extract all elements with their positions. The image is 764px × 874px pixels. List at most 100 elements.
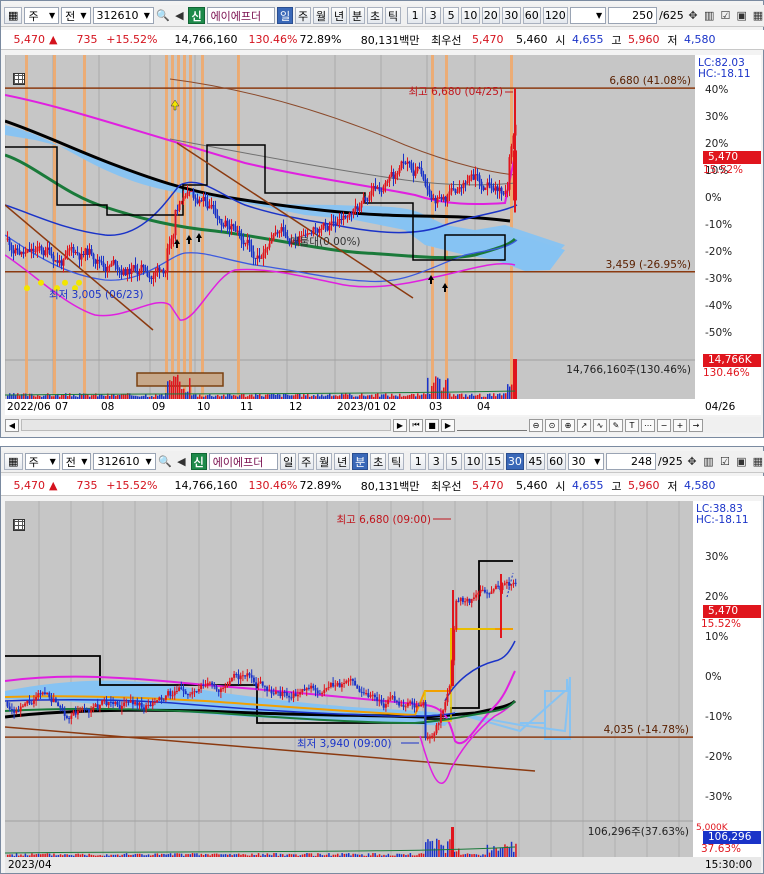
interval-60[interactable]: 60 <box>546 453 566 470</box>
save-icon[interactable]: ▣ <box>734 453 748 470</box>
scale-icon[interactable]: ▥ <box>702 7 716 24</box>
interval-1[interactable]: 1 <box>407 7 424 24</box>
plus-icon[interactable]: + <box>673 418 687 432</box>
zoom-icon[interactable]: ✥ <box>685 453 699 470</box>
period-day[interactable]: 일 <box>280 453 297 470</box>
settings-grid-icon[interactable]: ▦ <box>4 453 23 470</box>
period-second[interactable]: 초 <box>367 7 384 24</box>
period-tick[interactable]: 틱 <box>388 453 405 470</box>
interval-custom-select[interactable]: ▼ <box>569 7 607 24</box>
interval-30[interactable]: 30 <box>505 453 525 470</box>
interval-5[interactable]: 5 <box>443 7 460 24</box>
interval-10[interactable]: 10 <box>464 453 483 470</box>
stop-icon[interactable]: ■ <box>425 418 439 432</box>
period-minute[interactable]: 분 <box>352 453 369 470</box>
interval-60[interactable]: 60 <box>522 7 541 24</box>
zoom-fit-icon[interactable]: ⊙ <box>545 418 559 432</box>
top-price-info: 5,470 ▲ 735 +15.52% 14,766,160 130.46% 7… <box>1 30 764 50</box>
candle-body <box>238 230 241 236</box>
stock-name[interactable]: 에이에프더 <box>206 7 276 24</box>
period-week[interactable]: 주 <box>295 7 312 24</box>
settings-grid-icon[interactable]: ▦ <box>4 7 23 24</box>
chart-settings-icon[interactable] <box>13 73 25 85</box>
tool-erase-icon[interactable]: ✎ <box>609 418 623 432</box>
interval-120[interactable]: 120 <box>542 7 568 24</box>
prev-select[interactable]: 전 ▼ <box>61 7 91 24</box>
count-input[interactable]: 250 <box>608 7 658 24</box>
interval-10[interactable]: 10 <box>461 7 480 24</box>
interval-15[interactable]: 15 <box>484 453 504 470</box>
candle-body <box>182 689 185 692</box>
play-icon[interactable]: ▶ <box>441 418 455 432</box>
stock-name[interactable]: 에이에프더 <box>208 453 279 470</box>
candle-body <box>215 686 218 690</box>
period-year[interactable]: 년 <box>334 453 351 470</box>
zoom-out-icon[interactable]: ⊖ <box>529 418 543 432</box>
speaker-icon[interactable]: ◀ <box>174 453 188 470</box>
period-minute[interactable]: 분 <box>349 7 366 24</box>
tool-line-icon[interactable]: ↗ <box>577 418 591 432</box>
stock-code-input[interactable]: 312610 ▼ <box>93 453 156 470</box>
scale-icon[interactable]: ▥ <box>701 453 715 470</box>
daily-chart-plot[interactable]: 6,680 (41.08%) 3,459 (-26.95%) 최고 6,680 (0… <box>5 55 695 399</box>
interval-custom-select[interactable]: 30 ▼ <box>567 453 605 470</box>
zoom-icon[interactable]: ✥ <box>686 7 700 24</box>
chart-settings-icon[interactable] <box>13 519 25 531</box>
grid-icon[interactable]: ▦ <box>751 7 764 24</box>
period-day[interactable]: 일 <box>277 7 294 24</box>
candle-body <box>464 182 467 184</box>
interval-3[interactable]: 3 <box>428 453 445 470</box>
y-tick-label: 10% <box>705 631 729 643</box>
minus-icon[interactable]: − <box>657 418 671 432</box>
tool-wave-icon[interactable]: ∿ <box>593 418 607 432</box>
search-icon[interactable]: 🔍 <box>156 7 170 24</box>
scroll-right-icon[interactable]: ▶ <box>393 418 407 432</box>
candle-body <box>448 685 451 694</box>
period-year[interactable]: 년 <box>331 7 348 24</box>
candle-body <box>422 702 425 705</box>
candle-body <box>10 244 13 251</box>
save-icon[interactable]: ▣ <box>735 7 749 24</box>
high-label: 고 <box>611 33 622 47</box>
count-total: /625 <box>659 9 684 22</box>
turnover-rate: 72.89% <box>299 479 342 492</box>
speaker-icon[interactable]: ◀ <box>172 7 186 24</box>
minute-chart-plot[interactable]: 4,035 (-14.78%) 최고 6,680 (09:00) 최저 3,940 … <box>5 501 693 857</box>
interval-5[interactable]: 5 <box>446 453 463 470</box>
period-week[interactable]: 주 <box>298 453 315 470</box>
period-second[interactable]: 초 <box>370 453 387 470</box>
chevron-down-icon: ▼ <box>145 457 152 466</box>
check-icon[interactable]: ☑ <box>718 7 732 24</box>
candle-body <box>208 206 211 209</box>
zoom-in-icon[interactable]: ⊕ <box>561 418 575 432</box>
candle-body <box>389 697 392 700</box>
volume-bar-last <box>513 359 517 399</box>
market-select[interactable]: 주 ▼ <box>24 7 60 24</box>
interval-30[interactable]: 30 <box>502 7 521 24</box>
check-icon[interactable]: ☑ <box>718 453 732 470</box>
candle-body <box>288 695 291 698</box>
candle-body <box>17 711 20 713</box>
market-select[interactable]: 주 ▼ <box>24 453 60 470</box>
tool-text-icon[interactable]: T <box>625 418 639 432</box>
search-icon[interactable]: 🔍 <box>158 453 172 470</box>
grid-icon[interactable]: ▦ <box>751 453 764 470</box>
tool-more-icon[interactable]: ⋯ <box>641 418 655 432</box>
zoom-slider[interactable] <box>457 419 527 431</box>
period-month[interactable]: 월 <box>313 7 330 24</box>
prev-select[interactable]: 전 ▼ <box>61 453 92 470</box>
right-arrow-icon[interactable]: → <box>689 418 703 432</box>
interval-45[interactable]: 45 <box>526 453 545 470</box>
rewind-icon[interactable]: ⏮ <box>409 418 423 432</box>
volume-bar <box>486 844 489 857</box>
period-tick[interactable]: 틱 <box>385 7 402 24</box>
scrollbar[interactable] <box>21 419 391 431</box>
count-input[interactable]: 248 <box>606 453 656 470</box>
candle-body <box>13 709 16 713</box>
stock-code-input[interactable]: 312610 ▼ <box>92 7 154 24</box>
interval-3[interactable]: 3 <box>425 7 442 24</box>
interval-1[interactable]: 1 <box>410 453 427 470</box>
interval-20[interactable]: 20 <box>481 7 501 24</box>
period-month[interactable]: 월 <box>316 453 333 470</box>
scroll-left-icon[interactable]: ◀ <box>5 418 19 432</box>
